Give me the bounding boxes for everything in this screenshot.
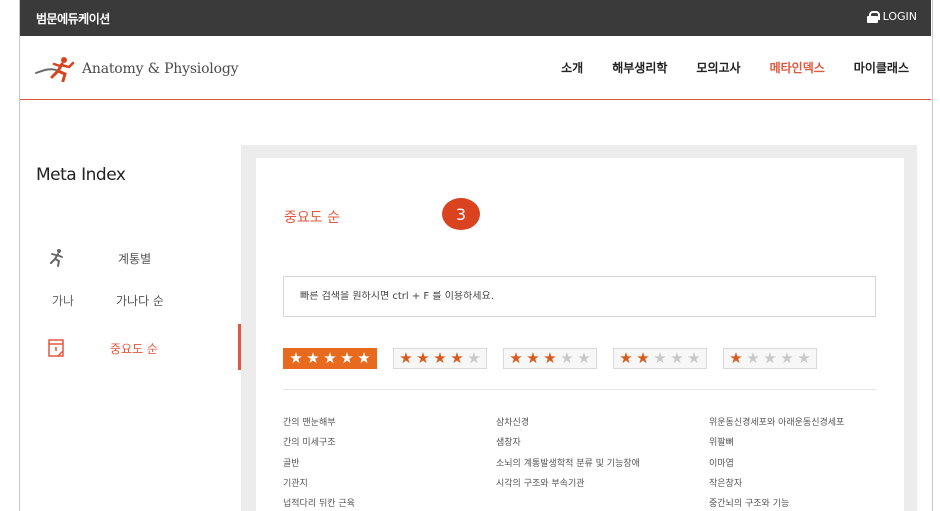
sidebar-item-alphabetical[interactable]: 가나 가나다 순 <box>46 290 164 310</box>
star-icon: ★ <box>450 349 464 367</box>
brand-name: 범문에듀케이션 <box>36 12 110 26</box>
index-link[interactable]: 삼차신경 <box>496 418 696 429</box>
index-link[interactable]: 샘창자 <box>496 438 696 449</box>
login-label: LOGIN <box>882 10 917 23</box>
star-icon: ★ <box>780 349 794 367</box>
hangul-icon: 가나 <box>52 293 75 308</box>
search-input[interactable] <box>300 291 859 302</box>
star-icon: ★ <box>306 349 320 367</box>
star-icon: ★ <box>509 349 523 367</box>
star-icon: ★ <box>653 349 667 367</box>
top-bar: 범문에듀케이션 LOGIN <box>20 0 931 36</box>
star-icon: ★ <box>746 349 760 367</box>
star-icon: ★ <box>467 349 481 367</box>
section-title: 중요도 순 <box>284 210 340 226</box>
sidebar-item-system[interactable]: 계통별 <box>46 248 151 268</box>
star-icon: ★ <box>323 349 337 367</box>
star-icon: ★ <box>729 349 743 367</box>
star-icon: ★ <box>619 349 633 367</box>
nav-item-mock-exam[interactable]: 모의고사 <box>696 59 740 76</box>
index-column-2: 삼차신경 샘창자 소뇌의 계통발생학적 분류 및 기능장애 시각의 구조와 부속… <box>496 418 696 499</box>
star-icon: ★ <box>357 349 371 367</box>
star-icon: ★ <box>340 349 354 367</box>
index-link[interactable]: 소뇌의 계통발생학적 분류 및 기능장애 <box>496 459 686 470</box>
index-column-1: 간의 맨눈해부 간의 미세구조 골반 기관지 넙적다리 뒤칸 근육 <box>283 418 483 511</box>
sidebar-item-label: 중요도 순 <box>110 341 158 356</box>
left-frame <box>0 0 20 511</box>
star-filter-5[interactable]: ★ ★ ★ ★ ★ <box>283 348 377 369</box>
index-link[interactable]: 넙적다리 뒤칸 근육 <box>283 499 483 510</box>
star-icon: ★ <box>433 349 447 367</box>
index-link[interactable]: 간의 맨눈해부 <box>283 418 483 429</box>
star-icon: ★ <box>526 349 540 367</box>
login-link[interactable]: LOGIN <box>866 10 917 23</box>
index-link[interactable]: 위팔뼈 <box>709 438 909 449</box>
star-filter-2[interactable]: ★ ★ ★ ★ ★ <box>613 348 707 369</box>
right-frame <box>932 0 940 511</box>
index-link[interactable]: 간의 미세구조 <box>283 438 483 449</box>
logo-text: Anatomy & Physiology <box>82 61 239 77</box>
sidebar-item-label: 가나다 순 <box>116 293 164 308</box>
running-figure-logo-icon <box>35 57 75 82</box>
sidebar-title: Meta Index <box>36 165 126 185</box>
document-icon <box>46 338 74 358</box>
index-link[interactable]: 위운동신경세포와 아래운동신경세포 <box>709 418 909 429</box>
star-filter-1[interactable]: ★ ★ ★ ★ ★ <box>723 348 817 369</box>
index-link[interactable]: 기관지 <box>283 479 483 490</box>
index-link[interactable]: 이마엽 <box>709 459 909 470</box>
search-box[interactable] <box>283 276 876 317</box>
nav-item-my-class[interactable]: 마이클래스 <box>854 59 909 76</box>
star-icon: ★ <box>543 349 557 367</box>
active-indicator <box>238 324 241 370</box>
star-icon: ★ <box>670 349 684 367</box>
index-link[interactable]: 골반 <box>283 459 483 470</box>
site-logo[interactable]: Anatomy & Physiology <box>34 56 238 82</box>
star-icon: ★ <box>797 349 811 367</box>
index-link[interactable]: 중간뇌의 구조와 기능 <box>709 499 909 510</box>
main-nav: Anatomy & Physiology 소개 해부생리학 모의고사 메타인덱스… <box>20 36 931 100</box>
runner-icon <box>46 248 74 268</box>
star-icon: ★ <box>577 349 591 367</box>
lock-icon <box>866 10 880 23</box>
star-icon: ★ <box>687 349 701 367</box>
index-column-3: 위운동신경세포와 아래운동신경세포 위팔뼈 이마엽 작은창자 중간뇌의 구조와 … <box>709 418 909 511</box>
step-badge: 3 <box>442 198 480 230</box>
nav-menu: 소개 해부생리학 모의고사 메타인덱스 마이클래스 <box>561 59 909 76</box>
index-link[interactable]: 시각의 구조와 부속기관 <box>496 479 696 490</box>
star-icon: ★ <box>763 349 777 367</box>
sidebar-item-importance[interactable]: 중요도 순 <box>46 338 158 358</box>
star-filter-3[interactable]: ★ ★ ★ ★ ★ <box>503 348 597 369</box>
divider <box>283 389 876 390</box>
nav-item-intro[interactable]: 소개 <box>561 59 583 76</box>
star-icon: ★ <box>416 349 430 367</box>
star-icon: ★ <box>289 349 303 367</box>
nav-item-anatomy[interactable]: 해부생리학 <box>612 59 667 76</box>
star-icon: ★ <box>399 349 413 367</box>
star-filter-group: ★ ★ ★ ★ ★ ★ ★ ★ ★ ★ ★ ★ ★ ★ ★ ★ ★ ★ ★ ★ ★ ★ ★ ★ ★ <box>283 348 817 369</box>
index-link[interactable]: 작은창자 <box>709 479 909 490</box>
nav-item-meta-index[interactable]: 메타인덱스 <box>770 59 825 76</box>
star-icon: ★ <box>560 349 574 367</box>
star-filter-4[interactable]: ★ ★ ★ ★ ★ <box>393 348 487 369</box>
star-icon: ★ <box>636 349 650 367</box>
sidebar-item-label: 계통별 <box>118 251 152 266</box>
